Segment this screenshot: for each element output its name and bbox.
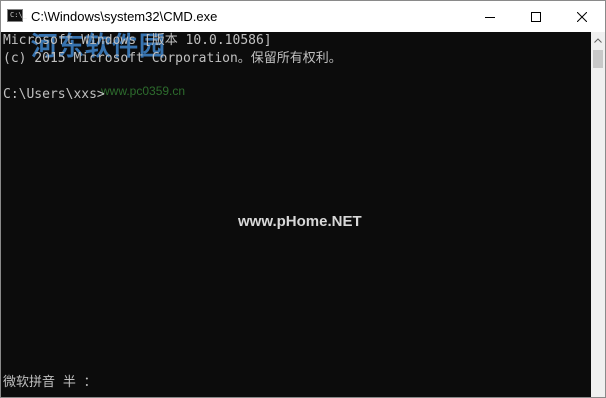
chevron-up-icon	[594, 38, 602, 43]
minimize-button[interactable]	[467, 1, 513, 32]
maximize-icon	[531, 11, 541, 22]
close-icon	[577, 11, 587, 22]
console-prompt[interactable]: C:\Users\xxs>	[3, 86, 105, 104]
console-line-version: Microsoft Windows [版本 10.0.10586]	[3, 33, 272, 48]
vertical-scrollbar[interactable]	[591, 32, 605, 397]
cmd-console-icon[interactable]: C:\_	[7, 9, 27, 22]
minimize-icon	[485, 16, 495, 18]
watermark-center-text: www.pHome.NET	[238, 213, 362, 230]
maximize-button[interactable]	[513, 1, 559, 32]
title-bar[interactable]: C:\_ C:\Windows\system32\CMD.exe	[1, 1, 605, 32]
scroll-up-button[interactable]	[591, 32, 605, 49]
console-output[interactable]: 河东软件园 www.pc0359.cn Microsoft Windows [版…	[1, 32, 591, 397]
cmd-window: C:\_ C:\Windows\system32\CMD.exe 河东软件园 w…	[0, 0, 606, 398]
watermark-small-url: www.pc0359.cn	[101, 84, 186, 98]
ime-status-bar: 微软拼音 半 ：	[3, 375, 97, 390]
window-controls	[467, 1, 605, 32]
scrollbar-thumb[interactable]	[593, 50, 603, 68]
window-title: C:\Windows\system32\CMD.exe	[31, 9, 218, 24]
console-line-copyright: (c) 2015 Microsoft Corporation。保留所有权利。	[3, 51, 342, 66]
close-button[interactable]	[559, 1, 605, 32]
